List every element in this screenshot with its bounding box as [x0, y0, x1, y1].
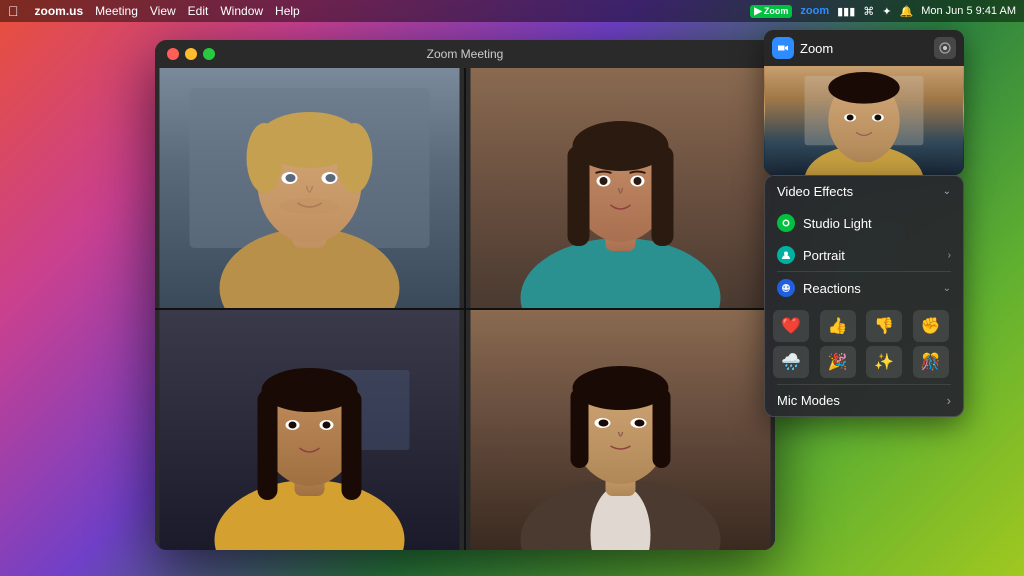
wifi-icon: ⌘ [863, 5, 874, 18]
camera-app-label: Zoom [764, 6, 789, 16]
menu-meeting[interactable]: Meeting [95, 4, 138, 18]
reactions-icon [777, 279, 795, 297]
portrait-item[interactable]: Portrait › [765, 239, 963, 271]
reaction-party[interactable]: 🎉 [820, 346, 856, 378]
time-display: Mon Jun 5 9:41 AM [921, 5, 1016, 17]
mic-modes-label: Mic Modes [777, 393, 840, 408]
menu-edit[interactable]: Edit [188, 4, 209, 18]
camera-icon: ▶ [754, 6, 762, 17]
reactions-grid: ❤️ 👍 👎 ✊ 🌧️ 🎉 ✨ 🎊 [765, 304, 963, 384]
notification-icon: 🔔 [900, 5, 914, 18]
zoom-mini-video [764, 66, 964, 175]
bluetooth-icon: ✦ [882, 5, 891, 18]
reactions-item[interactable]: Reactions ⌄ [765, 272, 963, 304]
battery-icon: ▮▮▮ [837, 5, 855, 18]
video-effects-header: Video Effects ⌄ [765, 176, 963, 207]
camera-status-badge: ▶ Zoom [750, 5, 792, 18]
zoom-mini-titlebar: Zoom [764, 30, 964, 66]
portrait-chevron-icon: › [948, 250, 951, 261]
video-effects-chevron-icon[interactable]: ⌄ [943, 186, 951, 197]
reactions-chevron-icon: ⌄ [943, 283, 951, 294]
mic-modes-item[interactable]: Mic Modes › [765, 385, 963, 416]
menubar:  zoom.us Meeting View Edit Window Help … [0, 0, 1024, 22]
video-effects-title: Video Effects [777, 184, 853, 199]
menubar-right: ▶ Zoom zoom ▮▮▮ ⌘ ✦ 🔔 Mon Jun 5 9:41 AM [750, 5, 1016, 18]
app-name[interactable]: zoom.us [35, 4, 84, 18]
studio-light-item[interactable]: Studio Light [765, 207, 963, 239]
reaction-thumbsup[interactable]: 👍 [820, 310, 856, 342]
video-grid [155, 68, 775, 550]
zoom-mini-app-name: Zoom [800, 41, 928, 56]
maximize-button[interactable] [203, 48, 215, 60]
minimize-button[interactable] [185, 48, 197, 60]
zoom-mini-window: Zoom [764, 30, 964, 175]
video-cell-2 [466, 68, 775, 308]
studio-light-icon [777, 214, 795, 232]
reaction-confetti[interactable]: 🎊 [913, 346, 949, 378]
reaction-thumbsdown[interactable]: 👎 [866, 310, 902, 342]
close-button[interactable] [167, 48, 179, 60]
reaction-heart[interactable]: ❤️ [773, 310, 809, 342]
reaction-sparkle[interactable]: ✨ [866, 346, 902, 378]
mic-modes-chevron-icon: › [947, 393, 951, 408]
reaction-fist[interactable]: ✊ [913, 310, 949, 342]
menu-help[interactable]: Help [275, 4, 300, 18]
reactions-label: Reactions [803, 281, 935, 296]
zoom-titlebar: Zoom Meeting [155, 40, 775, 68]
window-title: Zoom Meeting [427, 47, 504, 61]
video-effects-panel: Video Effects ⌄ Studio Light Portrait › [764, 175, 964, 417]
zoom-mini-settings-button[interactable] [934, 37, 956, 59]
apple-menu[interactable]:  [8, 3, 19, 19]
zoom-meeting-window: Zoom Meeting [155, 40, 775, 550]
portrait-icon [777, 246, 795, 264]
zoom-logo [772, 37, 794, 59]
traffic-lights[interactable] [167, 48, 215, 60]
reaction-cloud[interactable]: 🌧️ [773, 346, 809, 378]
menubar-left:  zoom.us Meeting View Edit Window Help [8, 3, 300, 19]
zoom-logo-menubar: zoom [800, 5, 829, 17]
portrait-label: Portrait [803, 248, 940, 263]
video-cell-4 [466, 310, 775, 550]
menu-window[interactable]: Window [220, 4, 263, 18]
video-cell-1 [155, 68, 464, 308]
menu-view[interactable]: View [150, 4, 176, 18]
studio-light-label: Studio Light [803, 216, 951, 231]
video-cell-3 [155, 310, 464, 550]
